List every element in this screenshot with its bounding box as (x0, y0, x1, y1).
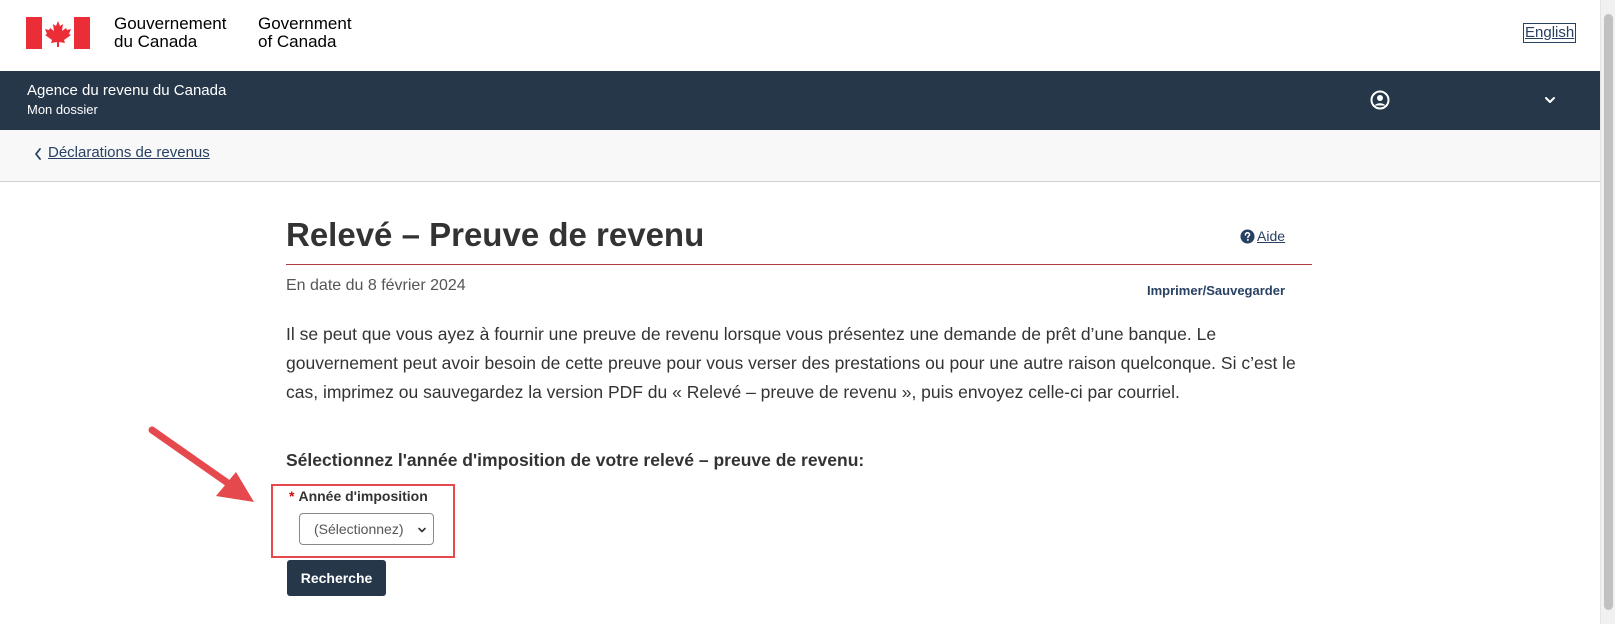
help-link[interactable]: Aide (1240, 228, 1285, 244)
help-link-label: Aide (1257, 228, 1286, 244)
required-marker: * (289, 488, 295, 504)
chevron-down-icon (418, 527, 426, 533)
government-banner: Gouvernement du Canada Government of Can… (0, 0, 1615, 71)
section-name: Mon dossier (27, 102, 98, 117)
breadcrumb-link-tax-returns[interactable]: Déclarations de revenus (48, 144, 210, 161)
tax-year-select[interactable]: (Sélectionnez) (299, 513, 434, 545)
breadcrumb: Déclarations de revenus (0, 130, 1600, 182)
annotation-arrow-icon (148, 426, 254, 502)
chevron-left-icon (35, 148, 41, 160)
page-scrollbar[interactable] (1600, 0, 1615, 624)
language-toggle-link[interactable]: English (1523, 23, 1577, 43)
search-button[interactable]: Recherche (287, 560, 386, 596)
statement-date: En date du 8 février 2024 (286, 277, 466, 294)
select-year-heading: Sélectionnez l'année d'imposition de vot… (286, 450, 865, 470)
app-header: Agence du revenu du Canada Mon dossier (0, 71, 1600, 130)
agency-name: Agence du revenu du Canada (27, 82, 227, 99)
account-circle-icon[interactable] (1370, 90, 1390, 110)
government-name-en: Government of Canada (258, 14, 352, 51)
tax-year-label: * Année d'imposition (289, 488, 428, 504)
title-divider (286, 264, 1312, 265)
canada-flag-icon (26, 17, 90, 49)
tax-year-label-text: Année d'imposition (298, 488, 428, 504)
government-name-fr: Gouvernement du Canada (114, 14, 227, 51)
page-title: Relevé – Preuve de revenu (286, 216, 705, 253)
scrollbar-thumb[interactable] (1604, 14, 1613, 610)
help-circle-icon (1240, 229, 1255, 244)
chevron-down-icon[interactable] (1543, 93, 1557, 107)
tax-year-selected-value: (Sélectionnez) (314, 521, 404, 537)
print-save-link[interactable]: Imprimer/Sauvegarder (1147, 283, 1285, 298)
intro-paragraph: Il se peut que vous ayez à fournir une p… (286, 324, 1296, 402)
